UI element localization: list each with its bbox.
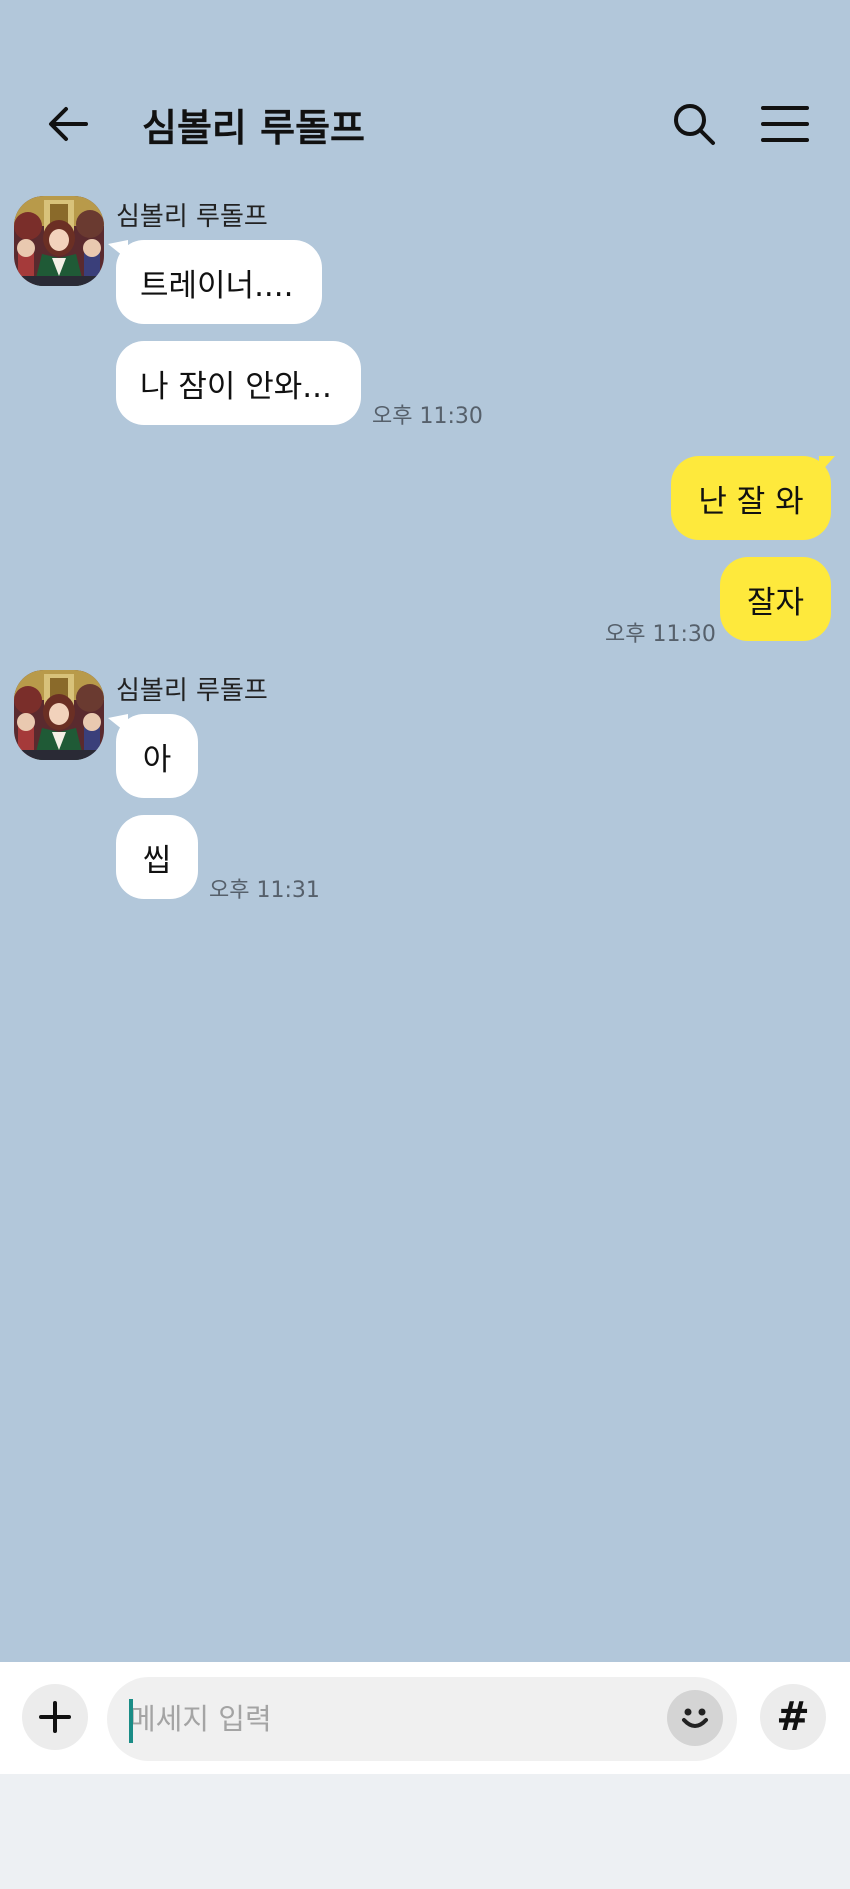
- message-input-bar: #: [0, 1662, 850, 1774]
- sender-avatar[interactable]: [14, 670, 104, 760]
- chat-header: 심볼리 루돌프: [0, 0, 850, 200]
- chat-title: 심볼리 루돌프: [142, 105, 365, 150]
- menu-button[interactable]: [757, 96, 813, 152]
- plus-icon: [39, 1701, 71, 1733]
- message-timestamp: 오후 11:30: [372, 404, 483, 429]
- sender-avatar[interactable]: [14, 196, 104, 286]
- message-timestamp: 오후 11:30: [605, 622, 716, 647]
- incoming-message-bubble[interactable]: 아: [116, 714, 198, 798]
- hamburger-menu-icon: [761, 106, 809, 142]
- sender-name: 심볼리 루돌프: [116, 676, 268, 706]
- incoming-message-bubble[interactable]: 트레이너....: [116, 240, 322, 324]
- avatar-image: [14, 196, 104, 286]
- attach-button[interactable]: [22, 1684, 88, 1750]
- outgoing-message-bubble[interactable]: 잘자: [720, 557, 831, 641]
- message-field[interactable]: [107, 1677, 737, 1761]
- arrow-left-icon: [49, 107, 88, 141]
- search-icon: [674, 104, 715, 145]
- message-timestamp: 오후 11:31: [209, 878, 320, 903]
- search-button[interactable]: [666, 96, 722, 152]
- hashtag-button[interactable]: #: [760, 1684, 826, 1750]
- sender-name: 심볼리 루돌프: [116, 202, 268, 232]
- message-input[interactable]: [129, 1677, 649, 1761]
- emoji-smile-icon: [682, 1708, 708, 1728]
- back-button[interactable]: [40, 96, 96, 152]
- incoming-message-bubble[interactable]: 나 잠이 안와...: [116, 341, 361, 425]
- emoji-button[interactable]: [667, 1690, 723, 1746]
- outgoing-message-bubble[interactable]: 난 잘 와: [671, 456, 831, 540]
- bubble-tail: [819, 456, 835, 474]
- text-cursor: [129, 1699, 133, 1743]
- keyboard-placeholder-area: [0, 1774, 850, 1889]
- avatar-image: [14, 670, 104, 760]
- incoming-message-bubble[interactable]: 씹: [116, 815, 198, 899]
